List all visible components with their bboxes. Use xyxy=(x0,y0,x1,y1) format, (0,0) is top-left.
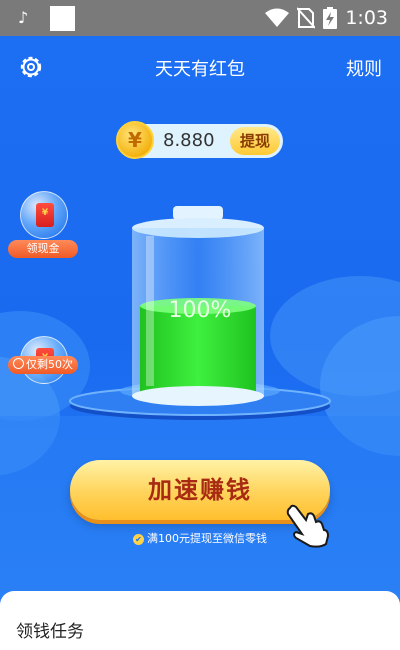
cash-bubble-label[interactable]: 领现金 xyxy=(8,240,78,258)
status-icons: 1:03 xyxy=(265,7,388,29)
limited-bubble-tag[interactable]: 仅剩50次 xyxy=(8,356,78,374)
task-panel-title: 领钱任务 xyxy=(16,622,84,642)
rules-link[interactable]: 规则 xyxy=(346,55,382,81)
red-envelope-icon xyxy=(36,203,54,227)
withdraw-tip-text: 满100元提现至微信零钱 xyxy=(147,532,267,545)
cash-bubble[interactable] xyxy=(20,191,68,239)
check-icon: ✔ xyxy=(133,534,144,545)
page-title: 天天有红包 xyxy=(155,59,245,80)
tiktok-icon: ♪ xyxy=(18,8,29,27)
battery-percent: 100% xyxy=(168,298,232,323)
coin-icon: ¥ xyxy=(116,121,154,159)
status-bar: ♪ 1:03 xyxy=(0,0,400,36)
task-panel: 领钱任务 xyxy=(0,591,400,650)
battery-charging-icon xyxy=(323,7,338,29)
notification-square-icon xyxy=(50,6,75,31)
wifi-icon xyxy=(265,8,290,27)
withdraw-tip: ✔ 满100元提现至微信零钱 xyxy=(0,530,400,546)
withdraw-button[interactable]: 提现 xyxy=(230,127,280,155)
balance-value: 8.880 xyxy=(163,130,215,151)
clock-icon xyxy=(13,358,24,369)
balance-pill: ¥ 8.880 提现 xyxy=(116,121,283,159)
limited-bubble-label: 仅剩50次 xyxy=(26,358,73,371)
header: 天天有红包 规则 xyxy=(0,36,400,96)
main-area: 天天有红包 规则 ¥ 8.880 提现 领现金 仅剩50次 xyxy=(0,36,400,650)
no-sim-icon xyxy=(297,7,316,29)
status-time: 1:03 xyxy=(345,7,388,29)
